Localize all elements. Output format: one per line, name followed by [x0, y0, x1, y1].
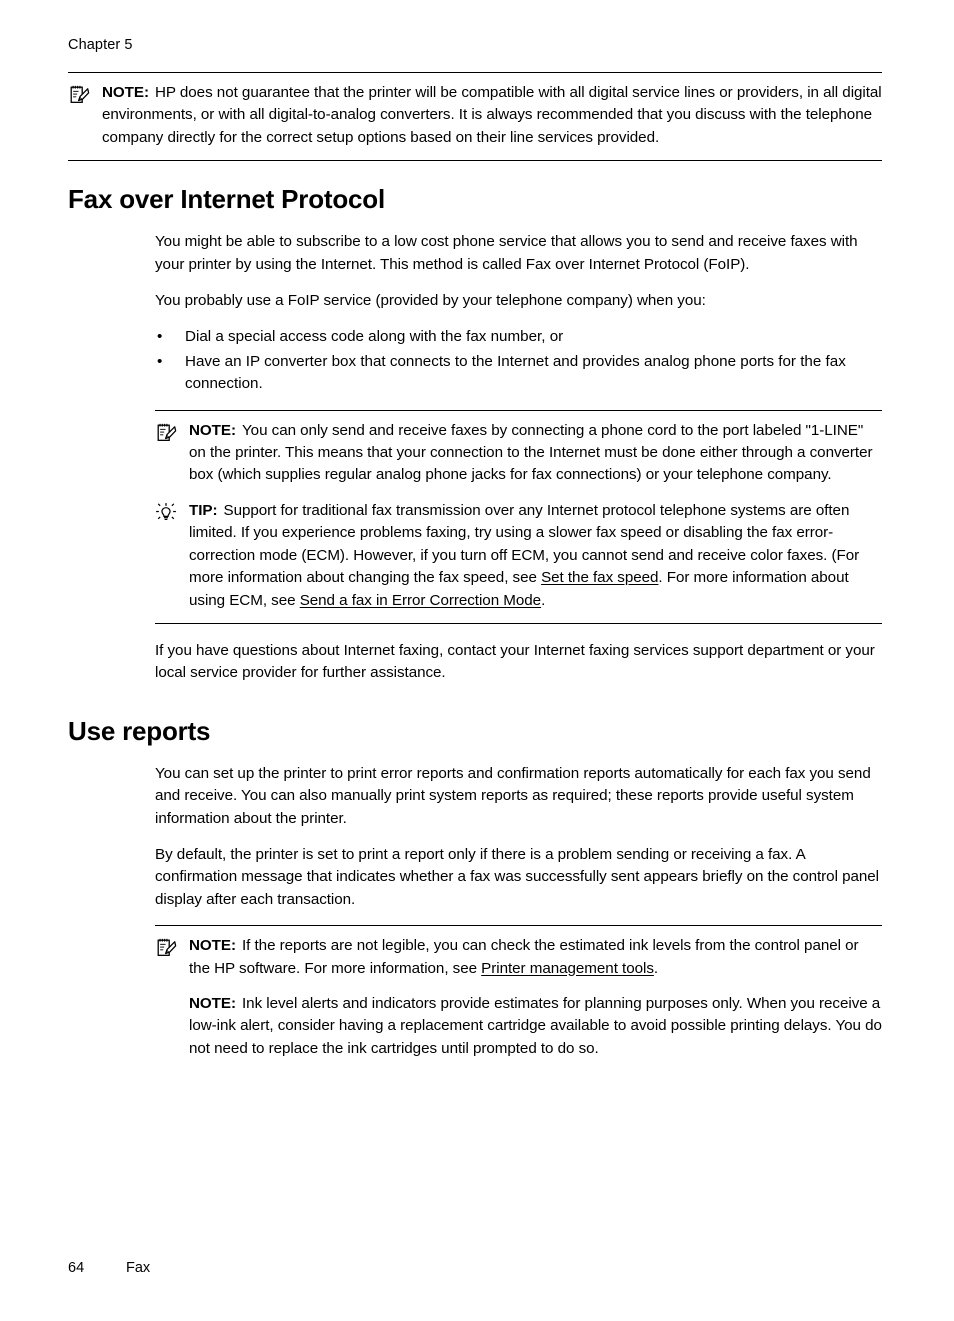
- foip-body: You might be able to subscribe to a low …: [155, 231, 882, 685]
- bullet-marker-icon: •: [157, 328, 163, 346]
- note-box-digital-services: NOTE: HP does not guarantee that the prin…: [68, 72, 882, 162]
- footer-page-number: 64: [68, 1260, 85, 1276]
- note-tip-box-foip: NOTE: You can only send and receive faxes…: [155, 409, 882, 624]
- bullet-marker-icon: •: [157, 352, 163, 370]
- paragraph-use-reports-1: You can set up the printer to print erro…: [155, 764, 871, 827]
- note-pad-pencil-icon: [68, 84, 92, 108]
- admonition-text-part-3: .: [541, 591, 546, 609]
- note-pad-pencil-icon: [155, 422, 179, 446]
- admonition-label: NOTE:: [102, 84, 149, 101]
- admonition-tip: TIP: Support for traditional fax transmis…: [155, 500, 882, 612]
- paragraph-foip-usage-lead: You probably use a FoIP service (provide…: [155, 292, 706, 310]
- page-content: NOTE: HP does not guarantee that the prin…: [68, 72, 882, 1078]
- document-page: Chapter 5 NOTE: HP does not guarantee th…: [0, 0, 954, 1321]
- admonition-body: NOTE: If the reports are not legible, you…: [189, 937, 859, 976]
- foip-bullet-list: • Dial a special access code along with t…: [155, 326, 882, 395]
- use-reports-body: You can set up the printer to print erro…: [155, 763, 882, 1062]
- admonition-label: NOTE:: [189, 937, 236, 955]
- admonition-label: NOTE:: [189, 994, 236, 1012]
- section-heading-use-reports: Use reports: [68, 715, 211, 746]
- footer-section-label: Fax: [126, 1260, 151, 1276]
- admonition-note-secondary: NOTE: Ink level alerts and indicators pro…: [155, 993, 882, 1060]
- admonition-body: NOTE: Ink level alerts and indicators pro…: [189, 995, 882, 1057]
- list-item-label: Have an IP converter box that connects t…: [185, 352, 846, 393]
- admonition-text: HP does not guarantee that the printer w…: [102, 84, 882, 146]
- note-pad-pencil-icon: [155, 937, 179, 961]
- cross-reference-link-set-the-fax-speed[interactable]: Set the fax speed: [541, 569, 658, 586]
- admonition-note: NOTE: If the reports are not legible, you…: [155, 935, 882, 980]
- running-head-chapter: Chapter 5: [68, 37, 133, 53]
- admonition-note: NOTE: You can only send and receive faxes…: [155, 420, 882, 487]
- cross-reference-link-send-a-fax-in-error-correction-mode[interactable]: Send a fax in Error Correction Mode: [300, 592, 541, 609]
- note-box-use-reports: NOTE: If the reports are not legible, you…: [155, 925, 882, 1062]
- paragraph-foip-closing: If you have questions about Internet fax…: [155, 641, 875, 682]
- admonition-note: NOTE: HP does not guarantee that the prin…: [68, 82, 882, 149]
- cross-reference-link-printer-management-tools[interactable]: Printer management tools: [481, 960, 654, 977]
- admonition-label: TIP:: [189, 501, 218, 519]
- admonition-text-part-2: .: [653, 959, 659, 977]
- paragraph-use-reports-2: By default, the printer is set to print …: [155, 845, 879, 908]
- admonition-body: TIP: Support for traditional fax transmis…: [189, 502, 859, 609]
- admonition-body: NOTE: You can only send and receive faxes…: [189, 422, 873, 484]
- admonition-label: NOTE:: [189, 421, 236, 439]
- section-heading-fax-over-internet-protocol: Fax over Internet Protocol: [68, 184, 385, 215]
- list-item: • Dial a special access code along with t…: [155, 326, 882, 348]
- list-item: • Have an IP converter box that connects …: [155, 351, 882, 396]
- admonition-body: NOTE: HP does not guarantee that the prin…: [102, 84, 882, 146]
- page-footer: 64 Fax: [68, 1259, 150, 1277]
- list-item-label: Dial a special access code along with th…: [185, 328, 564, 346]
- paragraph-foip-intro: You might be able to subscribe to a low …: [155, 233, 858, 273]
- admonition-text: Ink level alerts and indicators provide …: [189, 994, 882, 1057]
- admonition-text: You can only send and receive faxes by c…: [189, 421, 873, 484]
- light-bulb-icon: [155, 502, 179, 526]
